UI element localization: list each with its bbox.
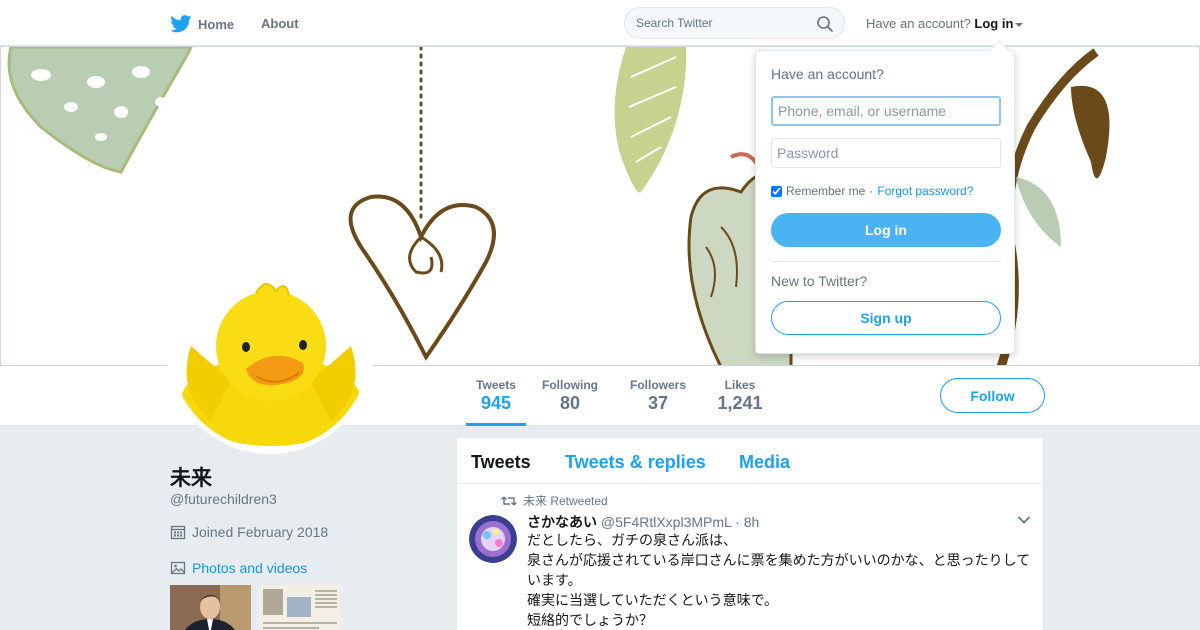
profile-handle: @futurechildren3 [170, 491, 277, 507]
photo-icon [170, 561, 186, 575]
photos-videos-link[interactable]: Photos and videos [170, 560, 307, 576]
author-avatar-image [469, 515, 517, 563]
thumbnail-photo-person [170, 585, 251, 630]
stat-tweets-label: Tweets [476, 378, 516, 392]
chevron-down-icon[interactable] [1017, 515, 1031, 525]
login-dropdown-toggle[interactable]: Log in [974, 16, 1024, 31]
media-thumbnail[interactable] [259, 585, 340, 630]
divider [771, 261, 1001, 262]
top-navigation-bar: Home About Have an account? Log in [0, 0, 1200, 46]
tweet-text-line: 確実に当選していただくという意味で。 [527, 592, 779, 608]
media-thumbnail[interactable] [170, 585, 251, 630]
login-button[interactable]: Log in [771, 213, 1001, 247]
tweet-header: さかなあい @5F4RtlXxpl3MPmL · 8h [527, 512, 759, 532]
signup-button[interactable]: Sign up [771, 301, 1001, 335]
retweet-context-text: 未来 Retweeted [523, 494, 608, 508]
stat-tweets-value: 945 [480, 393, 512, 413]
stat-following-label: Following [542, 378, 598, 392]
nav-about-link[interactable]: About [261, 16, 299, 31]
have-account-text: Have an account? [866, 16, 971, 31]
photos-videos-label: Photos and videos [192, 560, 308, 576]
login-toggle-label: Log in [974, 16, 1014, 31]
forgot-password-link[interactable]: Forgot password? [877, 184, 973, 198]
stat-following[interactable]: Following 80 [540, 378, 600, 414]
timeline-tabs: Tweets Tweets & replies Media [457, 438, 1043, 484]
rubber-duck-image [171, 251, 369, 449]
nav-home-label: Home [198, 16, 235, 32]
stat-followers-label: Followers [629, 378, 686, 392]
new-to-twitter-text: New to Twitter? [771, 273, 868, 289]
password-field[interactable] [771, 138, 1001, 168]
login-dropdown: Have an account? Remember me · Forgot pa… [755, 40, 1015, 354]
login-dropdown-title: Have an account? [771, 66, 884, 82]
joined-text: Joined February 2018 [192, 524, 329, 540]
tweet-author-avatar[interactable] [469, 515, 517, 563]
tweet-timestamp[interactable]: · 8h [735, 514, 759, 530]
username-field[interactable] [771, 96, 1001, 126]
tab-media[interactable]: Media [739, 452, 790, 473]
remember-me-checkbox[interactable] [771, 185, 782, 197]
nav-home-link[interactable]: Home [170, 13, 234, 35]
stat-followers-value: 37 [647, 393, 669, 413]
tweet-author-name[interactable]: さかなあい [527, 514, 597, 530]
retweet-icon [501, 496, 517, 505]
stat-followers[interactable]: Followers 37 [628, 378, 688, 414]
separator-dot: · [869, 184, 874, 198]
tweet-text-line: 短絡的でしょうか？ [527, 612, 653, 628]
profile-name: 未来 [170, 467, 212, 490]
tweet-author-handle[interactable]: @5F4RtlXxpl3MPmL [601, 514, 731, 530]
search-box[interactable] [624, 7, 845, 39]
tab-tweets[interactable]: Tweets [471, 452, 531, 473]
search-icon[interactable] [816, 15, 834, 33]
stat-tweets[interactable]: Tweets 945 [466, 378, 526, 426]
timeline: Tweets Tweets & replies Media 未来 Retweet… [456, 437, 1044, 630]
retweet-context: 未来 Retweeted [501, 492, 608, 509]
tweet-text-line: 泉さんが応援されている岸口さんに票を集めた方がいいのかな、と思ったりしています。 [527, 552, 1031, 588]
profile-avatar[interactable] [166, 246, 374, 454]
tab-tweets-and-replies[interactable]: Tweets & replies [565, 452, 706, 473]
search-input[interactable] [636, 14, 806, 32]
stat-likes-value: 1,241 [717, 393, 763, 413]
profile-joined-date: Joined February 2018 [170, 524, 328, 540]
follow-button[interactable]: Follow [940, 378, 1045, 413]
remember-me-row: Remember me · Forgot password? [771, 184, 973, 198]
thumbnail-newspaper [259, 585, 340, 630]
stat-likes-label: Likes [724, 378, 756, 392]
calendar-icon [170, 525, 186, 540]
twitter-bird-icon [170, 15, 192, 33]
stat-likes[interactable]: Likes 1,241 [710, 378, 770, 414]
have-account-prompt: Have an account? Log in [866, 16, 1024, 31]
tweet-text: だとしたら、ガチの泉さん派は、 泉さんが応援されている岸口さんに票を集めた方がい… [527, 530, 1037, 630]
stat-following-value: 80 [559, 393, 581, 413]
remember-me-label[interactable]: Remember me [786, 184, 865, 198]
caret-down-icon [1015, 22, 1024, 27]
tweet-text-line: だとしたら、ガチの泉さん派は、 [527, 532, 737, 548]
